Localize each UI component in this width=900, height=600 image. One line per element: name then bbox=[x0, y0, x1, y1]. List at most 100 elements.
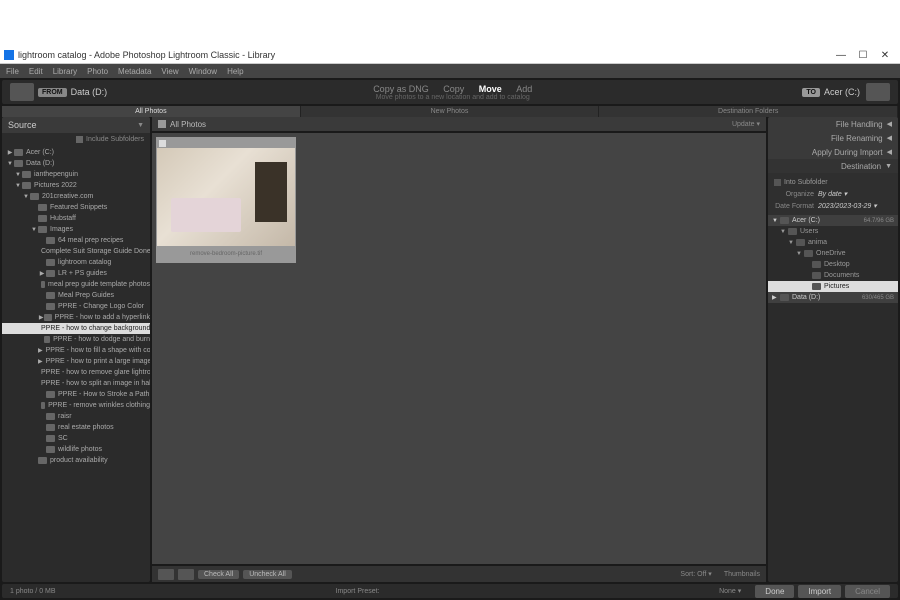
action-move[interactable]: Move bbox=[479, 84, 502, 94]
dest-folder-row[interactable]: Documents bbox=[768, 270, 898, 281]
into-subfolder-row[interactable]: Into Subfolder bbox=[774, 176, 892, 188]
thumbnails-label: Thumbnails bbox=[724, 571, 760, 578]
action-copy[interactable]: Copy bbox=[443, 84, 464, 94]
thumb-image[interactable] bbox=[157, 148, 295, 246]
check-all-button[interactable]: Check All bbox=[198, 570, 239, 579]
grid-title: All Photos bbox=[170, 120, 206, 129]
folder-row[interactable]: ▼201creative.com bbox=[2, 191, 150, 202]
menu-view[interactable]: View bbox=[161, 67, 178, 76]
thumb-checkbox[interactable] bbox=[159, 140, 166, 147]
folder-row[interactable]: ▼ianthepenguin bbox=[2, 169, 150, 180]
menu-window[interactable]: Window bbox=[189, 67, 217, 76]
destination-tree: ▼Acer (C:)64.7/96 GB▼Users▼anima▼OneDriv… bbox=[768, 215, 898, 582]
dest-folder-row[interactable]: ▼Users bbox=[768, 226, 898, 237]
menu-library[interactable]: Library bbox=[53, 67, 77, 76]
maximize-button[interactable]: ☐ bbox=[852, 50, 874, 61]
folder-row[interactable]: PPRE - Change Logo Color bbox=[2, 301, 150, 312]
loupe-view-button[interactable] bbox=[178, 569, 194, 580]
menu-photo[interactable]: Photo bbox=[87, 67, 108, 76]
folder-row[interactable]: PPRE - how to dodge and burn bbox=[2, 334, 150, 345]
organize-label: Organize bbox=[774, 191, 814, 198]
tab-destination-folders[interactable]: Destination Folders bbox=[599, 106, 898, 117]
dest-folder-row[interactable]: ▼OneDrive bbox=[768, 248, 898, 259]
folder-row[interactable]: 64 meal prep recipes bbox=[2, 235, 150, 246]
folder-row[interactable]: wildlife photos bbox=[2, 444, 150, 455]
dest-folder-row[interactable]: Desktop bbox=[768, 259, 898, 270]
folder-row[interactable]: PPRE - how to change background col… bbox=[2, 323, 150, 334]
dest-folder-row[interactable]: ▶Data (D:)630/465 GB bbox=[768, 292, 898, 303]
folder-row[interactable]: Meal Prep Guides bbox=[2, 290, 150, 301]
folder-row[interactable]: Featured Snippets bbox=[2, 202, 150, 213]
to-drive[interactable]: Acer (C:) bbox=[824, 87, 860, 97]
hdd-from-icon[interactable] bbox=[10, 83, 34, 101]
hdd-to-icon[interactable] bbox=[866, 83, 890, 101]
panel-apply-during-import[interactable]: Apply During Import◀ bbox=[768, 145, 898, 159]
menu-file[interactable]: File bbox=[6, 67, 19, 76]
folder-row[interactable]: ▶PPRE - how to print a large image on … bbox=[2, 356, 150, 367]
panel-destination[interactable]: Destination▼ bbox=[768, 159, 898, 173]
chevron-down-icon: ▼ bbox=[885, 163, 892, 170]
folder-row[interactable]: Hubstaff bbox=[2, 213, 150, 224]
folder-row[interactable]: PPRE - how to remove glare lightroom bbox=[2, 367, 150, 378]
folder-row[interactable]: ▼Data (D:) bbox=[2, 158, 150, 169]
import-preset-dropdown[interactable]: None ▾ bbox=[719, 587, 741, 595]
window-title: lightroom catalog - Adobe Photoshop Ligh… bbox=[18, 50, 830, 60]
close-button[interactable]: ✕ bbox=[874, 50, 896, 61]
folder-row[interactable]: SC bbox=[2, 433, 150, 444]
organize-dropdown[interactable]: By date ▾ bbox=[818, 190, 847, 198]
from-drive[interactable]: Data (D:) bbox=[71, 87, 108, 97]
folder-row[interactable]: real estate photos bbox=[2, 422, 150, 433]
import-preset-label: Import Preset: bbox=[336, 588, 380, 595]
cancel-button[interactable]: Cancel bbox=[845, 585, 890, 598]
window-titlebar: lightroom catalog - Adobe Photoshop Ligh… bbox=[0, 47, 900, 64]
folder-row[interactable]: ▼Images bbox=[2, 224, 150, 235]
tab-all-photos[interactable]: All Photos bbox=[2, 106, 301, 117]
folder-row[interactable]: ▶PPRE - how to add a hyperlink bbox=[2, 312, 150, 323]
include-subfolders-label: Include Subfolders bbox=[86, 136, 144, 143]
action-copy-dng[interactable]: Copy as DNG bbox=[373, 84, 429, 94]
folder-row[interactable]: PPRE - How to Stroke a Path bbox=[2, 389, 150, 400]
folder-row[interactable]: PPRE - remove wrinkles clothing bbox=[2, 400, 150, 411]
thumbnail-item[interactable]: remove-bedroom-picture.tif bbox=[156, 137, 296, 263]
minimize-button[interactable]: — bbox=[830, 50, 852, 61]
menubar: File Edit Library Photo Metadata View Wi… bbox=[0, 64, 900, 78]
from-badge: FROM bbox=[38, 88, 67, 97]
grid-footer: Check All Uncheck All Sort: Off ▾ Thumbn… bbox=[152, 566, 766, 582]
menu-edit[interactable]: Edit bbox=[29, 67, 43, 76]
source-heading[interactable]: Source ▼ bbox=[2, 117, 150, 133]
include-subfolders-checkbox[interactable] bbox=[76, 136, 83, 143]
destination-body: Into Subfolder OrganizeBy date ▾ Date Fo… bbox=[768, 173, 898, 215]
update-dropdown[interactable]: Update ▾ bbox=[732, 120, 760, 128]
sort-dropdown[interactable]: Sort: Off ▾ bbox=[680, 570, 711, 578]
grid-header: All Photos Update ▾ bbox=[152, 117, 766, 131]
menu-help[interactable]: Help bbox=[227, 67, 243, 76]
folder-row[interactable]: raisr bbox=[2, 411, 150, 422]
tab-new-photos[interactable]: New Photos bbox=[301, 106, 600, 117]
dest-folder-row[interactable]: ▼anima bbox=[768, 237, 898, 248]
uncheck-all-button[interactable]: Uncheck All bbox=[243, 570, 292, 579]
include-subfolders-row[interactable]: Include Subfolders bbox=[2, 133, 150, 145]
folder-row[interactable]: lightroom catalog bbox=[2, 257, 150, 268]
source-panel: Source ▼ Include Subfolders ▶Acer (C:)▼D… bbox=[2, 117, 150, 582]
import-button[interactable]: Import bbox=[798, 585, 841, 598]
folder-row[interactable]: product availability bbox=[2, 455, 150, 466]
action-add[interactable]: Add bbox=[516, 84, 532, 94]
folder-row[interactable]: PPRE - how to split an image in half bbox=[2, 378, 150, 389]
panel-file-renaming[interactable]: File Renaming◀ bbox=[768, 131, 898, 145]
dest-folder-row[interactable]: ▼Acer (C:)64.7/96 GB bbox=[768, 215, 898, 226]
folder-row[interactable]: ▶Acer (C:) bbox=[2, 147, 150, 158]
folder-row[interactable]: ▶LR + PS guides bbox=[2, 268, 150, 279]
done-button[interactable]: Done bbox=[755, 585, 794, 598]
menu-metadata[interactable]: Metadata bbox=[118, 67, 151, 76]
dateformat-dropdown[interactable]: 2023/2023-03-29 ▾ bbox=[818, 202, 877, 210]
select-all-checkbox[interactable] bbox=[158, 120, 166, 128]
grid-view-button[interactable] bbox=[158, 569, 174, 580]
folder-row[interactable]: ▼Pictures 2022 bbox=[2, 180, 150, 191]
dest-folder-row[interactable]: Pictures bbox=[768, 281, 898, 292]
folder-row[interactable]: meal prep guide template photos bbox=[2, 279, 150, 290]
panel-file-handling[interactable]: File Handling◀ bbox=[768, 117, 898, 131]
chevron-left-icon: ◀ bbox=[887, 148, 892, 156]
folder-row[interactable]: ▶PPRE - how to fill a shape with color bbox=[2, 345, 150, 356]
into-subfolder-checkbox[interactable] bbox=[774, 179, 781, 186]
folder-row[interactable]: Complete Suit Storage Guide Done Saf… bbox=[2, 246, 150, 257]
